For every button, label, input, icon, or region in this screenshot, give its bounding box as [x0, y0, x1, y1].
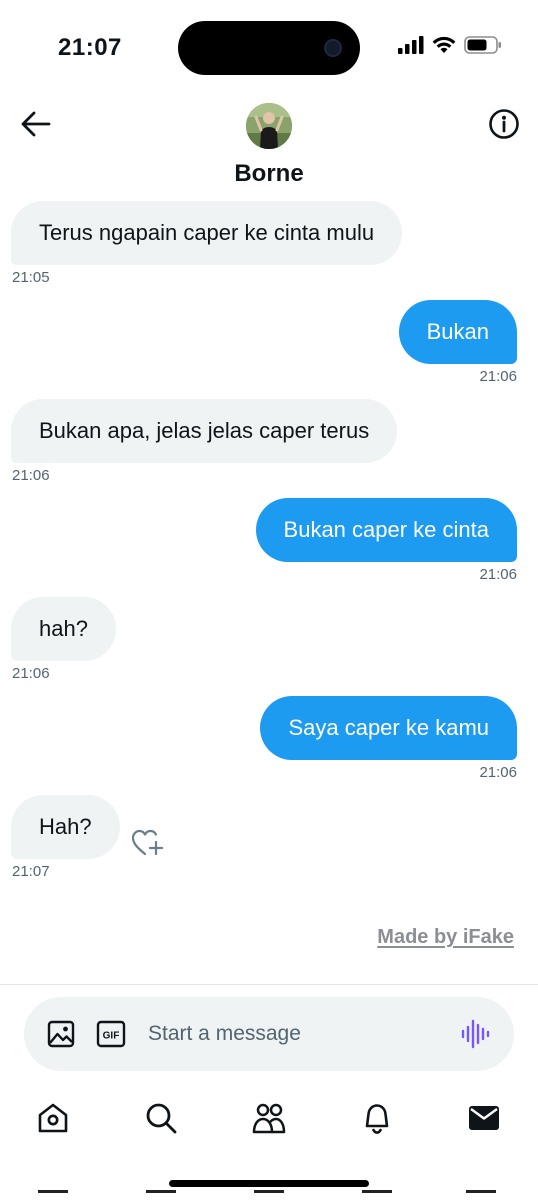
status-time: 21:07: [58, 34, 122, 61]
back-button[interactable]: [18, 106, 54, 142]
arrow-left-icon: [21, 111, 51, 137]
home-icon: [38, 1103, 68, 1133]
nav-communities[interactable]: [249, 1098, 289, 1138]
add-gif-button[interactable]: GIF: [96, 1019, 126, 1049]
message-timestamp: 21:06: [479, 764, 517, 781]
nav-notifications[interactable]: [357, 1098, 397, 1138]
battery-icon: [464, 36, 501, 54]
gif-icon: GIF: [96, 1020, 126, 1048]
messages-icon: [469, 1106, 499, 1130]
communities-icon: [252, 1103, 286, 1134]
bottom-navigation: [0, 1092, 538, 1142]
next-screenshot-edge: [0, 1190, 538, 1200]
message-timestamp: 21:07: [12, 863, 50, 880]
message-timestamp: 21:06: [12, 467, 50, 484]
wifi-icon: [432, 36, 456, 53]
add-image-button[interactable]: [46, 1019, 76, 1049]
contact-name[interactable]: Borne: [0, 160, 538, 188]
conversation-header: Borne: [0, 96, 538, 196]
svg-text:GIF: GIF: [103, 1031, 120, 1042]
message-timestamp: 21:06: [479, 566, 517, 583]
message-bubble-incoming[interactable]: Bukan apa, jelas jelas caper terus: [11, 399, 398, 463]
message-bubble-outgoing[interactable]: Saya caper ke kamu: [260, 696, 517, 760]
search-icon: [146, 1103, 177, 1134]
status-icons: [398, 36, 502, 54]
message-bubble-outgoing[interactable]: Bukan: [398, 300, 517, 364]
image-icon: [47, 1020, 75, 1048]
nav-messages[interactable]: [464, 1098, 504, 1138]
message-timestamp: 21:05: [12, 269, 50, 286]
composer-divider: [0, 984, 538, 985]
message-timestamp: 21:06: [479, 368, 517, 385]
home-indicator: [169, 1180, 369, 1187]
nav-search[interactable]: [141, 1098, 181, 1138]
message-composer: GIF: [24, 997, 514, 1071]
watermark-link[interactable]: Made by iFake: [377, 926, 514, 949]
info-icon: [489, 109, 519, 139]
message-bubble-incoming[interactable]: hah?: [11, 597, 116, 661]
contact-avatar[interactable]: [246, 103, 292, 149]
status-bar: 21:07: [0, 0, 538, 96]
voice-message-button[interactable]: [460, 1019, 492, 1049]
camera-dot: [324, 39, 342, 57]
message-bubble-incoming[interactable]: Terus ngapain caper ke cinta mulu: [11, 201, 403, 265]
message-bubble-outgoing[interactable]: Bukan caper ke cinta: [255, 498, 517, 562]
cellular-signal-icon: [398, 36, 424, 54]
conversation-info-button[interactable]: [486, 106, 522, 142]
heart-add-icon: [131, 829, 164, 856]
voice-waveform-icon: [461, 1019, 490, 1049]
nav-home[interactable]: [33, 1098, 73, 1138]
message-input[interactable]: [148, 997, 448, 1071]
message-timestamp: 21:06: [12, 665, 50, 682]
notifications-icon: [365, 1104, 389, 1134]
message-bubble-incoming[interactable]: Hah?: [11, 795, 120, 859]
dynamic-island: [178, 21, 360, 75]
add-reaction-button[interactable]: [130, 828, 164, 858]
